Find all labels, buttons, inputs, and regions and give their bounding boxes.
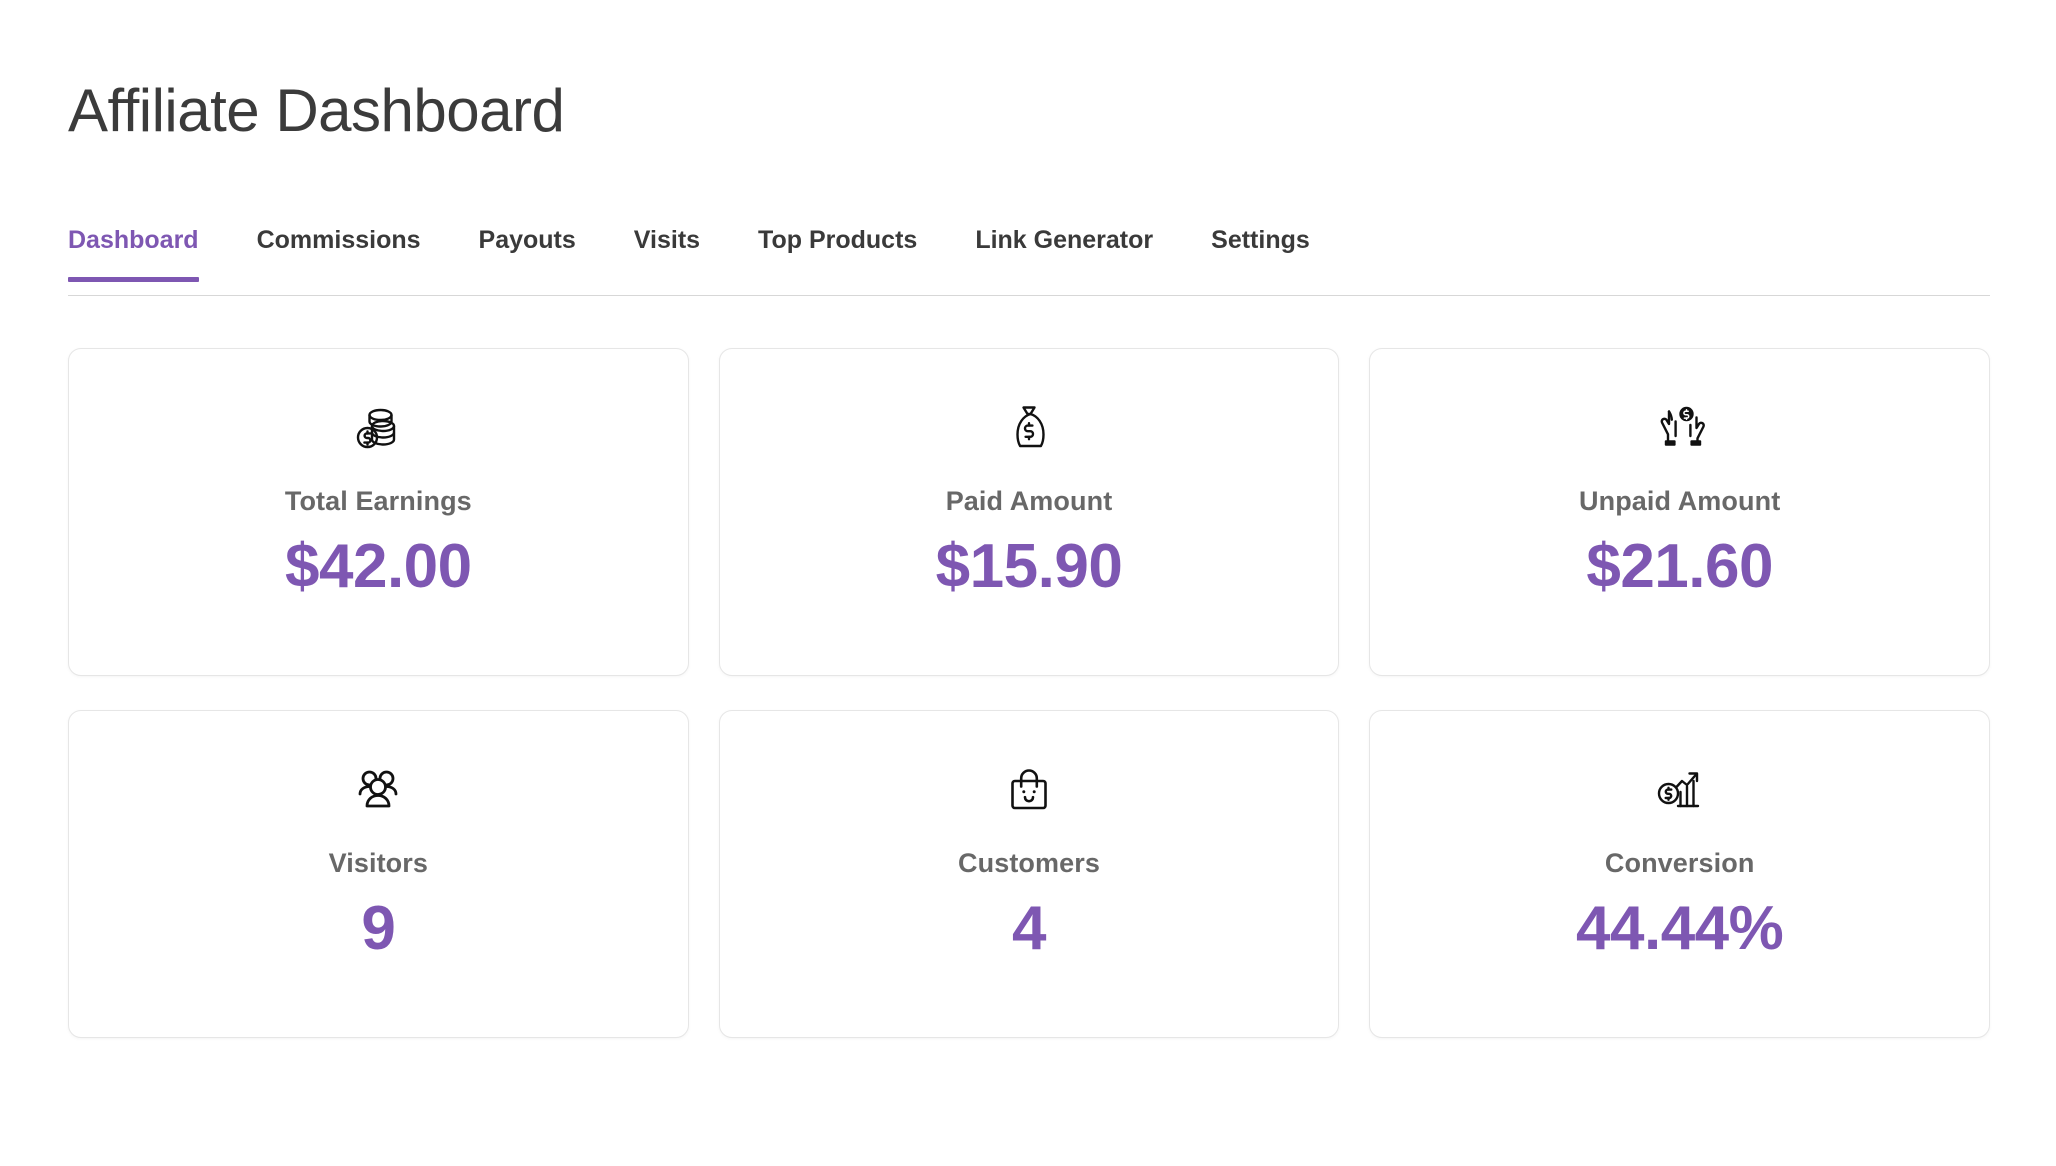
tab-link-generator[interactable]: Link Generator	[975, 218, 1153, 281]
tab-top-products[interactable]: Top Products	[758, 218, 917, 281]
stat-title: Unpaid Amount	[1579, 486, 1781, 516]
stat-card-customers: Customers 4	[718, 710, 1340, 1038]
tab-visits[interactable]: Visits	[634, 218, 700, 281]
stat-card-visitors: Visitors 9	[68, 710, 689, 1038]
stat-title: Total Earnings	[284, 486, 472, 516]
page-title: Affiliate Dashboard	[68, 77, 565, 144]
stat-value: $42.00	[285, 532, 472, 602]
stat-card-unpaid-amount: Unpaid Amount $21.60	[1369, 348, 1990, 676]
stat-title: Conversion	[1604, 848, 1755, 878]
growth-chart-dollar-icon	[1652, 761, 1708, 819]
tab-payouts[interactable]: Payouts	[479, 218, 576, 281]
stat-value: 9	[361, 894, 396, 964]
stat-card-paid-amount: Paid Amount $15.90	[718, 348, 1340, 676]
coins-stack-icon	[350, 399, 406, 457]
shopping-bag-smile-icon	[1001, 761, 1057, 819]
money-bag-icon	[1001, 399, 1057, 457]
stat-title: Customers	[958, 848, 1100, 878]
tab-bar: Dashboard Commissions Payouts Visits Top Pro…	[68, 218, 1990, 296]
stat-value: 4	[1012, 894, 1046, 964]
stat-value: 44.44%	[1576, 894, 1784, 964]
users-group-icon	[350, 761, 406, 819]
stat-card-conversion: Conversion 44.44%	[1369, 710, 1990, 1038]
affiliate-dashboard-page: Affiliate Dashboard Dashboard Commissions…	[0, 0, 2056, 1166]
stat-card-total-earnings: Total Earnings $42.00	[68, 348, 689, 676]
stat-title: Visitors	[328, 848, 428, 878]
tab-settings[interactable]: Settings	[1211, 218, 1310, 281]
stat-value: $21.60	[1586, 532, 1773, 602]
tab-dashboard[interactable]: Dashboard	[68, 218, 199, 282]
stat-title: Paid Amount	[945, 486, 1113, 516]
tab-commissions[interactable]: Commissions	[257, 218, 421, 281]
stat-value: $15.90	[935, 532, 1123, 602]
hands-holding-coin-icon	[1652, 399, 1708, 457]
stats-grid: Total Earnings $42.00 Paid Amount $15.90 U…	[68, 348, 1990, 1038]
